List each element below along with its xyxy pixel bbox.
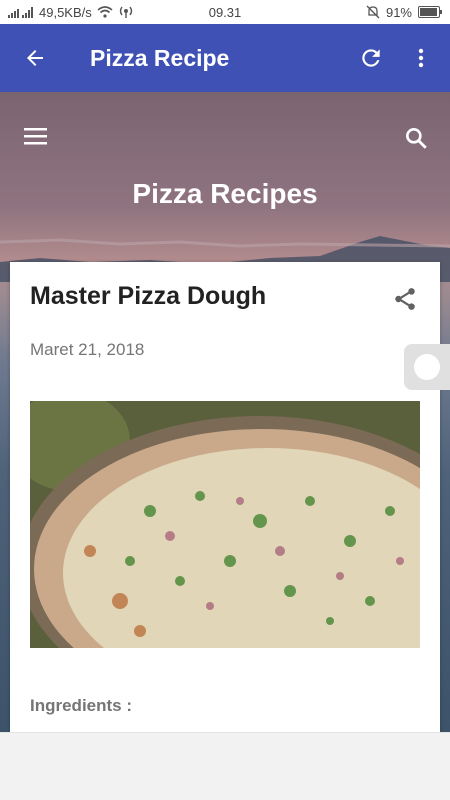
refresh-button[interactable] [346, 24, 396, 92]
post-title[interactable]: Master Pizza Dough [30, 282, 266, 311]
search-button[interactable] [396, 120, 436, 156]
wifi-icon [97, 6, 113, 18]
post-card: Master Pizza Dough Maret 21, 2018 Ingred… [10, 262, 440, 732]
search-icon [406, 128, 427, 149]
hamburger-menu-icon [24, 128, 47, 145]
status-left: 49,5KB/s [8, 5, 178, 20]
status-bar: 49,5KB/s 09.31 91% [0, 0, 450, 24]
menu-button[interactable] [14, 120, 58, 152]
clock: 09.31 [208, 4, 242, 20]
arrow-back-icon [27, 50, 43, 66]
blog-title[interactable]: Pizza Recipes [0, 178, 450, 210]
signal-icon [8, 7, 33, 18]
status-right: 91% [272, 5, 442, 20]
network-speed: 49,5KB/s [39, 4, 92, 20]
hotspot-icon [119, 6, 132, 18]
floating-dot-icon [414, 354, 440, 380]
share-icon [395, 288, 415, 310]
battery-icon [418, 6, 442, 18]
pizza-image[interactable] [30, 401, 420, 648]
refresh-icon [362, 49, 380, 67]
pizza-illustration [30, 401, 420, 648]
more-vert-icon [418, 48, 424, 68]
app-bar: Pizza Recipe [0, 24, 450, 92]
bottom-area [0, 732, 450, 800]
notification-muted-icon [366, 5, 380, 19]
more-options-button[interactable] [396, 24, 446, 92]
battery-level: 91% [385, 4, 412, 20]
share-button[interactable] [388, 282, 422, 316]
app-title: Pizza Recipe [90, 44, 230, 71]
ingredients-heading: Ingredients : [30, 696, 133, 715]
floating-scroll-button[interactable] [404, 344, 450, 390]
post-date: Maret 21, 2018 [30, 340, 145, 359]
back-button[interactable] [0, 24, 70, 92]
